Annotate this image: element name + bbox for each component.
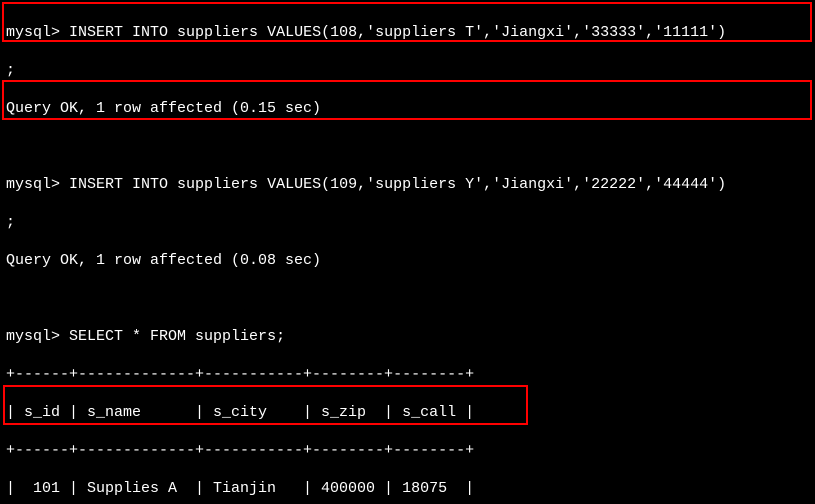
insert2-command: INSERT INTO suppliers VALUES(109,'suppli… xyxy=(69,176,726,193)
insert1-command: INSERT INTO suppliers VALUES(108,'suppli… xyxy=(69,24,726,41)
blank-line xyxy=(6,137,809,156)
table-border-mid: +------+-------------+-----------+------… xyxy=(6,441,809,460)
insert1-result: Query OK, 1 row affected (0.15 sec) xyxy=(6,99,809,118)
insert1-line: mysql> INSERT INTO suppliers VALUES(108,… xyxy=(6,23,809,42)
select-line: mysql> SELECT * FROM suppliers; xyxy=(6,327,809,346)
insert1-end: ; xyxy=(6,61,809,80)
select-command: SELECT * FROM suppliers; xyxy=(69,328,285,345)
table-row: | 101 | Supplies A | Tianjin | 400000 | … xyxy=(6,479,809,498)
mysql-prompt: mysql> xyxy=(6,328,60,345)
blank-line xyxy=(6,289,809,308)
insert2-result: Query OK, 1 row affected (0.08 sec) xyxy=(6,251,809,270)
mysql-prompt: mysql> xyxy=(6,176,60,193)
insert2-line: mysql> INSERT INTO suppliers VALUES(109,… xyxy=(6,175,809,194)
table-border-top: +------+-------------+-----------+------… xyxy=(6,365,809,384)
mysql-prompt: mysql> xyxy=(6,24,60,41)
insert2-end: ; xyxy=(6,213,809,232)
terminal-output[interactable]: mysql> INSERT INTO suppliers VALUES(108,… xyxy=(0,0,815,504)
table-header: | s_id | s_name | s_city | s_zip | s_cal… xyxy=(6,403,809,422)
